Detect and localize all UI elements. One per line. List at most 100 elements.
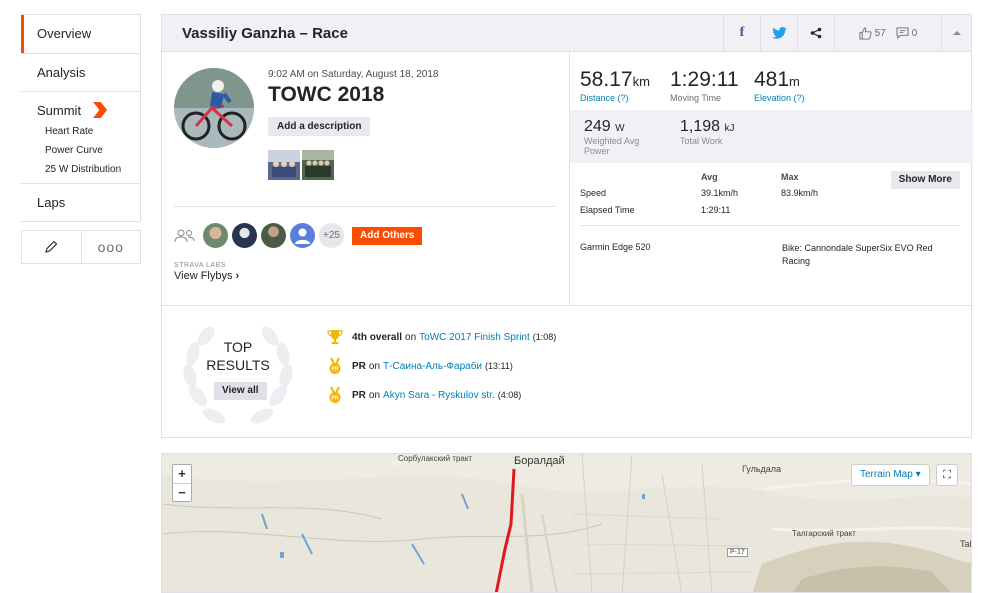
collapse-button[interactable] xyxy=(941,14,971,52)
top-results-line: RESULTS xyxy=(206,357,270,373)
athlete-avatar[interactable] xyxy=(174,68,254,148)
map-road-label: Р-17 xyxy=(727,548,748,557)
activity-header: Vassiliy Ganzha – Race f 57 0 xyxy=(162,14,971,52)
sidebar-item-analysis[interactable]: Analysis xyxy=(21,53,140,91)
secondary-stats: 249 W Weighted Avg Power 1,198 kJ Total … xyxy=(570,110,973,163)
stat-distance: 58.17km Distance (?) xyxy=(580,68,650,103)
column-header: Max xyxy=(781,172,799,182)
more-athletes-count[interactable]: +25 xyxy=(319,223,344,248)
twitter-icon xyxy=(771,27,787,39)
default-avatar-icon xyxy=(295,228,310,244)
map-type-select[interactable]: Terrain Map ▾ xyxy=(851,464,930,486)
segment-link[interactable]: Akyn Sara - Ryskulov str. xyxy=(383,390,495,401)
sidebar-nav: Overview Analysis Summit Heart Rate Powe… xyxy=(21,14,141,222)
fullscreen-icon: ⛶ xyxy=(943,469,951,481)
divider xyxy=(174,206,556,207)
table-cell: 1:29:11 xyxy=(701,205,731,215)
pr-medal-icon: PR xyxy=(329,386,341,403)
table-cell: 39.1km/h xyxy=(701,188,739,198)
stat-unit: km xyxy=(632,74,650,89)
group-athletes: +25 Add Others xyxy=(174,223,423,248)
column-header: Avg xyxy=(701,172,718,182)
sidebar-actions: ooo xyxy=(21,230,141,264)
stat-moving-time: 1:29:11 Moving Time xyxy=(670,68,739,103)
activity-photo[interactable] xyxy=(302,150,334,180)
zoom-in-button[interactable]: + xyxy=(173,465,191,483)
caret-up-icon xyxy=(952,31,961,35)
show-more-button[interactable]: Show More xyxy=(890,171,960,189)
sidebar-subitem-heart-rate[interactable]: Heart Rate xyxy=(37,126,140,137)
athlete-avatar[interactable] xyxy=(290,223,315,248)
top-results-title: TOP RESULTS xyxy=(202,338,274,374)
stat-value: 58.17 xyxy=(580,68,633,91)
achievement-item: 4th overall on ToWC 2017 Finish Sprint (… xyxy=(326,328,556,346)
device-name: Garmin Edge 520 xyxy=(580,242,651,252)
thumbs-up-icon xyxy=(859,26,872,40)
athlete-avatar[interactable] xyxy=(203,223,228,248)
view-all-button[interactable]: View all xyxy=(214,382,267,400)
edit-button[interactable] xyxy=(22,231,81,263)
top-results: TOP RESULTS View all 4th overall on ToWC… xyxy=(162,305,971,438)
sidebar-subitem-power-distribution[interactable]: 25 W Distribution xyxy=(37,164,140,175)
share-button[interactable] xyxy=(797,14,834,52)
pencil-icon xyxy=(45,240,58,253)
segment-link[interactable]: Т-Саина-Аль-Фараби xyxy=(383,361,482,372)
view-flybys-label: View Flybys xyxy=(174,270,233,282)
sidebar-subitem-power-curve[interactable]: Power Curve xyxy=(37,145,140,156)
stat-value: 481 xyxy=(754,68,790,91)
achievement-rank: PR xyxy=(352,389,366,401)
summit-chevron-icon xyxy=(93,102,108,118)
stat-label: Power xyxy=(584,146,610,156)
stat-unit: W xyxy=(615,123,625,134)
svg-text:PR: PR xyxy=(332,367,339,373)
sidebar-item-overview[interactable]: Overview xyxy=(21,15,140,53)
kudos-comments[interactable]: 57 0 xyxy=(834,14,941,52)
sidebar-item-laps[interactable]: Laps xyxy=(21,183,140,221)
add-others-button[interactable]: Add Others xyxy=(352,226,423,245)
laurel-wreath-icon xyxy=(183,326,293,424)
comments-count[interactable]: 0 xyxy=(896,27,917,39)
group-photo xyxy=(268,150,300,180)
achievement-rank: PR xyxy=(352,360,366,372)
stat-elevation: 481m Elevation (?) xyxy=(754,68,805,103)
chevron-right-icon: › xyxy=(235,270,240,282)
stat-weighted-power: 249 W Weighted Avg Power xyxy=(584,118,639,156)
achievement-rank: 4th overall xyxy=(352,331,403,343)
sidebar: Overview Analysis Summit Heart Rate Powe… xyxy=(21,14,141,264)
row-label: Elapsed Time xyxy=(580,205,635,215)
zoom-out-button[interactable]: − xyxy=(173,483,191,501)
kudos-count[interactable]: 57 xyxy=(859,26,886,40)
stat-label: Weighted Avg xyxy=(584,136,640,146)
stat-label: Moving Time xyxy=(670,93,722,103)
activity-photo[interactable] xyxy=(268,150,300,180)
pr-medal-icon: PR xyxy=(329,357,341,374)
stat-value: 1,198 xyxy=(680,118,721,135)
activity-summary: 9:02 AM on Saturday, August 18, 2018 TOW… xyxy=(162,52,569,305)
route-map[interactable]: + − Terrain Map ▾ ⛶ Боралдай Сорбулакски… xyxy=(161,453,972,593)
stat-label-link[interactable]: Distance (?) xyxy=(580,93,650,103)
achievement-on: on xyxy=(405,331,417,343)
primary-stats: 58.17km Distance (?) 1:29:11 Moving Time… xyxy=(570,52,973,110)
kudos-count-value: 57 xyxy=(874,27,886,39)
fullscreen-button[interactable]: ⛶ xyxy=(936,464,958,486)
twitter-share-button[interactable] xyxy=(760,14,797,52)
map-label: Tal xyxy=(960,539,972,549)
more-actions-button[interactable]: ooo xyxy=(80,231,141,263)
divider xyxy=(580,225,960,226)
sidebar-item-summit[interactable]: Summit Heart Rate Power Curve 25 W Distr… xyxy=(21,91,140,183)
athlete-avatar[interactable] xyxy=(261,223,286,248)
achievement-time: (4:08) xyxy=(497,390,522,400)
facebook-share-button[interactable]: f xyxy=(723,14,760,52)
stat-label-link[interactable]: Elevation (?) xyxy=(754,93,805,103)
add-description-button[interactable]: Add a description xyxy=(268,117,371,136)
strava-labs-label: STRAVA LABS xyxy=(174,262,226,269)
activity-date: 9:02 AM on Saturday, August 18, 2018 xyxy=(268,69,439,80)
segment-link[interactable]: ToWC 2017 Finish Sprint xyxy=(419,332,530,343)
sidebar-item-label: Summit xyxy=(37,102,82,118)
achievement-item: PR PR on Т-Саина-Аль-Фараби (13:11) xyxy=(326,357,513,375)
cyclist-photo xyxy=(174,68,254,148)
athlete-avatar[interactable] xyxy=(232,223,257,248)
view-flybys-link[interactable]: View Flybys › xyxy=(174,270,239,282)
map-label: Талгарский тракт xyxy=(792,529,856,538)
facebook-icon: f xyxy=(739,25,745,40)
